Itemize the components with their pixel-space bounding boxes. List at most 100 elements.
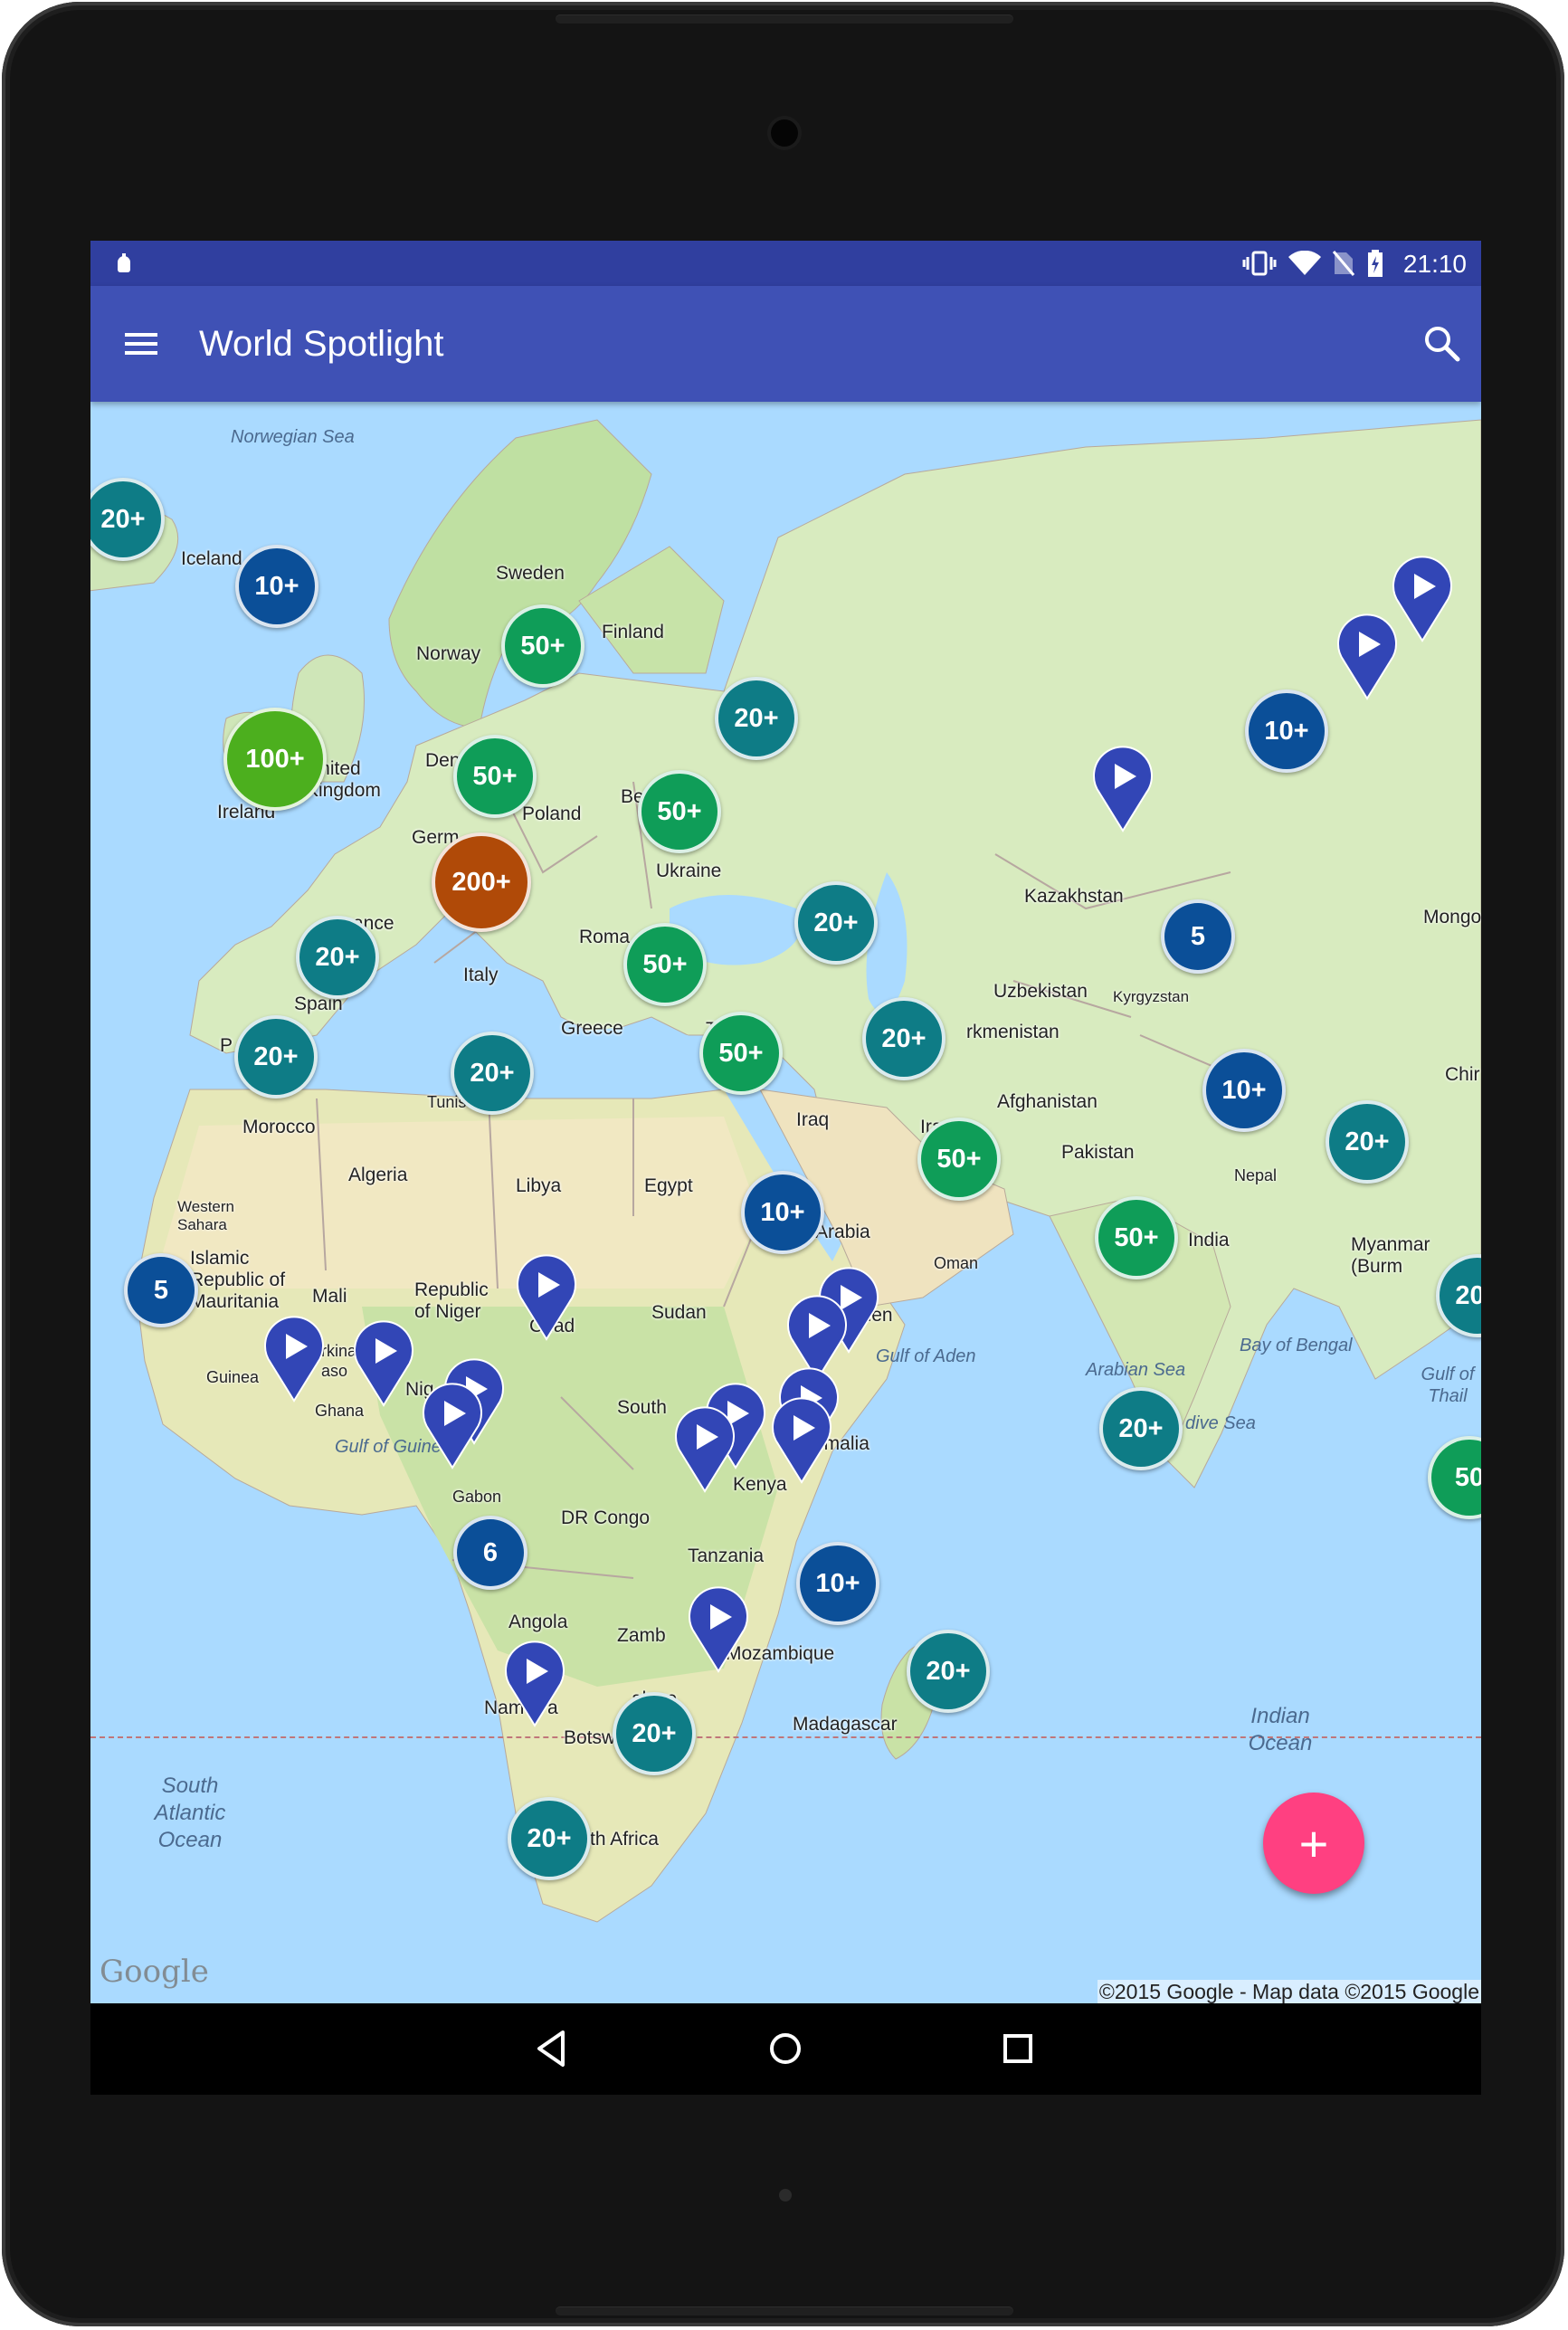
map-label-botswana: Botsw <box>564 1727 616 1748</box>
add-fab-button[interactable]: + <box>1263 1793 1364 1894</box>
cluster-count: 50+ <box>936 1144 982 1174</box>
map-label-south-sudan: South <box>617 1397 667 1418</box>
search-button[interactable] <box>1416 319 1467 369</box>
play-marker[interactable] <box>420 1381 485 1469</box>
cluster-marker[interactable]: 10+ <box>796 1542 879 1625</box>
play-marker-icon <box>505 1641 565 1727</box>
cluster-marker[interactable]: 20+ <box>907 1630 990 1713</box>
map-label-indian-ocean: Indian Ocean <box>1248 1704 1313 1755</box>
play-marker[interactable] <box>672 1404 737 1493</box>
play-marker[interactable] <box>351 1318 416 1407</box>
menu-button[interactable] <box>116 319 166 369</box>
no-sim-icon <box>1330 250 1357 277</box>
map-view[interactable]: Norwegian Sea Arabian Sea Bay of Bengal … <box>90 402 1481 2003</box>
map-label-iceland: Iceland <box>181 548 242 569</box>
play-marker-icon <box>689 1586 748 1673</box>
map-label-madagascar: Madagascar <box>793 1714 898 1735</box>
cluster-marker[interactable]: 20+ <box>794 881 878 965</box>
cluster-count: 100+ <box>245 744 305 774</box>
back-button[interactable] <box>525 2021 579 2076</box>
cluster-count: 6 <box>482 1537 499 1567</box>
map-label-ukraine: Ukraine <box>656 861 722 881</box>
cluster-marker[interactable]: 20+ <box>862 997 946 1080</box>
cluster-count: 20+ <box>926 1656 971 1686</box>
cluster-marker[interactable]: 20+ <box>613 1692 696 1775</box>
cluster-marker[interactable]: 6 <box>453 1516 527 1590</box>
map-attribution[interactable]: ©2015 Google - Map data ©2015 Google <box>1097 1980 1481 2003</box>
cluster-count: 20+ <box>470 1058 515 1088</box>
cluster-marker[interactable]: 20+ <box>451 1032 534 1115</box>
cluster-marker[interactable]: 50+ <box>501 604 584 688</box>
cluster-count: 10+ <box>1264 716 1309 746</box>
map-label-turkmenistan: rkmenistan <box>966 1022 1060 1042</box>
play-marker[interactable] <box>514 1252 579 1341</box>
home-button[interactable] <box>758 2021 813 2076</box>
cluster-marker[interactable]: 200+ <box>432 832 531 932</box>
recents-button[interactable] <box>991 2021 1045 2076</box>
cluster-count: 50 <box>1454 1462 1481 1492</box>
map-label-china: Chir <box>1445 1064 1480 1085</box>
cluster-marker[interactable]: 50+ <box>1095 1196 1178 1279</box>
play-marker-icon <box>1093 746 1153 832</box>
cluster-marker[interactable]: 10+ <box>235 545 318 628</box>
cluster-marker[interactable]: 20+ <box>234 1015 318 1098</box>
map-label-arabian-sea: Arabian Sea <box>1086 1360 1186 1380</box>
cluster-marker[interactable]: 50+ <box>917 1117 1001 1201</box>
recents-icon <box>1003 2034 1032 2063</box>
play-marker[interactable] <box>1090 744 1155 832</box>
search-icon <box>1425 327 1460 362</box>
cluster-marker[interactable]: 10+ <box>741 1171 824 1254</box>
map-label-gulf-of-aden: Gulf of Aden <box>876 1346 976 1366</box>
bottom-speaker <box>556 2306 1013 2316</box>
map-label-myanmar: Myanmar (Burm <box>1351 1234 1430 1277</box>
map-label-afghanistan: Afghanistan <box>997 1091 1098 1112</box>
menu-icon <box>125 333 157 355</box>
app-bar: World Spotlight <box>90 286 1481 402</box>
cluster-count: 50+ <box>657 796 702 826</box>
cluster-marker[interactable]: 10+ <box>1245 689 1328 773</box>
cluster-marker[interactable]: 20+ <box>1326 1100 1409 1184</box>
cluster-marker[interactable]: 50+ <box>699 1012 783 1095</box>
map-label-portugal: P <box>220 1035 233 1056</box>
play-marker-icon <box>675 1406 735 1493</box>
cluster-marker[interactable]: 20+ <box>1099 1387 1183 1470</box>
map-label-india: India <box>1188 1230 1230 1251</box>
play-marker[interactable] <box>769 1395 834 1484</box>
map-label-dr-congo: DR Congo <box>561 1507 651 1528</box>
play-marker[interactable] <box>686 1584 751 1673</box>
map-label-mali: Mali <box>312 1286 347 1307</box>
cluster-marker[interactable]: 10+ <box>1202 1049 1286 1132</box>
cluster-count: 20+ <box>1345 1127 1390 1156</box>
cluster-marker[interactable]: 50+ <box>623 923 707 1006</box>
home-icon <box>770 2033 801 2064</box>
cluster-marker[interactable]: 20+ <box>508 1797 591 1880</box>
map-label-sudan: Sudan <box>651 1302 707 1323</box>
map-label-greece: Greece <box>561 1018 623 1039</box>
cluster-marker[interactable]: 50+ <box>453 735 537 818</box>
cluster-marker[interactable]: 50+ <box>638 770 721 853</box>
play-marker[interactable] <box>1335 612 1400 700</box>
map-label-kazakhstan: Kazakhstan <box>1024 886 1124 907</box>
cluster-marker[interactable]: 100+ <box>223 708 327 811</box>
cluster-marker[interactable]: 5 <box>124 1253 198 1327</box>
play-marker[interactable] <box>502 1639 567 1727</box>
play-marker-icon <box>517 1254 576 1341</box>
map-label-romania: Roma <box>579 927 631 947</box>
cluster-count: 20+ <box>527 1823 572 1853</box>
map-label-guinea: Guinea <box>206 1368 260 1386</box>
map-label-oman: Oman <box>934 1254 979 1272</box>
status-bar: 21:10 <box>90 241 1481 286</box>
cluster-marker[interactable]: 20+ <box>296 916 379 999</box>
cluster-count: 20+ <box>315 942 360 972</box>
cluster-count: 20+ <box>1455 1280 1481 1310</box>
play-marker[interactable] <box>261 1314 327 1403</box>
map-label-uzbekistan: Uzbekistan <box>993 981 1088 1002</box>
cluster-marker[interactable]: 5 <box>1161 899 1235 974</box>
cluster-marker[interactable]: 20+ <box>715 677 798 760</box>
map-label-south-atlantic-ocean: South Atlantic Ocean <box>154 1774 226 1852</box>
map-label-niger: Republic of Niger <box>414 1279 489 1322</box>
play-marker-icon <box>423 1383 482 1469</box>
play-marker-icon <box>1337 613 1397 700</box>
map-label-tanzania: Tanzania <box>688 1545 765 1566</box>
cluster-count: 10+ <box>1221 1075 1267 1105</box>
